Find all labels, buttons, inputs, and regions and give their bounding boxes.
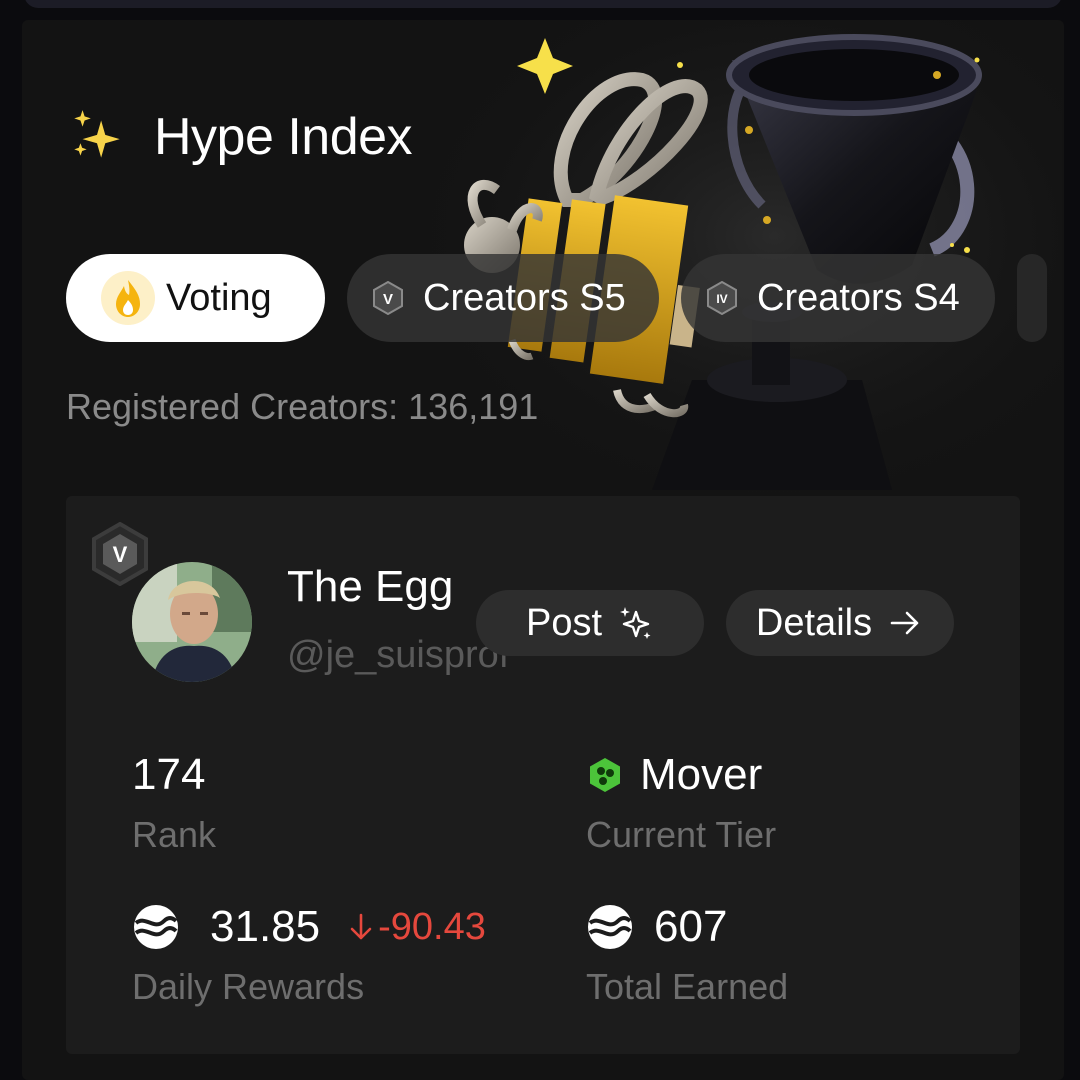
- tier-iv-glyph: IV: [716, 292, 727, 306]
- details-button[interactable]: Details: [726, 590, 954, 656]
- rank-value: 174: [132, 750, 206, 799]
- creator-card: V The Egg @je_suisprof Post Details 174 …: [66, 496, 1020, 1054]
- flame-icon: [101, 271, 155, 325]
- daily-rewards-delta: -90.43: [348, 906, 486, 949]
- post-button-label: Post: [525, 601, 603, 644]
- tab-voting[interactable]: Voting: [66, 254, 325, 342]
- sparkles-icon: [74, 110, 120, 158]
- tier-name: Mover: [640, 750, 763, 799]
- page-title: Hype Index: [154, 108, 413, 166]
- total-earned-label: Total Earned: [586, 966, 789, 1007]
- total-earned: 607: [586, 902, 727, 952]
- tier-v-glyph: V: [383, 291, 393, 308]
- registered-creators-count: 136,191: [408, 386, 539, 427]
- tier-iv-badge-icon: IV: [707, 281, 737, 315]
- creator-name: The Egg: [287, 562, 454, 611]
- top-strip: [24, 0, 1062, 8]
- tab-creators-s4[interactable]: IV Creators S4: [681, 254, 995, 342]
- current-tier: Mover: [586, 750, 762, 800]
- tab-creators-s5[interactable]: V Creators S5: [347, 254, 659, 342]
- tab-more-overflow[interactable]: [1017, 254, 1047, 342]
- hype-index-panel: Hype Index Voting V Creators S5 IV Creat…: [22, 20, 1064, 1080]
- tier-v-badge-icon: V: [373, 281, 403, 315]
- total-earned-value: 607: [654, 902, 728, 951]
- daily-rewards: 31.85 -90.43: [132, 902, 486, 952]
- creator-handle: @je_suisprof: [287, 634, 510, 676]
- daily-rewards-label: Daily Rewards: [132, 966, 365, 1007]
- current-tier-label: Current Tier: [586, 814, 777, 855]
- tab-voting-label: Voting: [166, 276, 272, 319]
- registered-creators: Registered Creators: 136,191: [66, 386, 538, 428]
- avatar[interactable]: [132, 562, 252, 682]
- card-tier-glyph: V: [113, 542, 128, 567]
- sui-coin-icon: [134, 905, 178, 949]
- details-button-label: Details: [755, 601, 873, 644]
- title-row: Hype Index: [66, 106, 413, 168]
- arrow-down-icon: [350, 913, 372, 940]
- post-button[interactable]: Post: [476, 590, 704, 656]
- registered-creators-label: Registered Creators:: [66, 386, 399, 427]
- avatar-image: [132, 562, 252, 682]
- daily-rewards-delta-value: -90.43: [378, 905, 486, 948]
- tier-v-badge-icon: V: [92, 522, 148, 586]
- tier-mover-icon: [590, 758, 620, 792]
- arrow-right-icon: [890, 611, 919, 635]
- tab-creators-s5-label: Creators S5: [423, 276, 626, 319]
- tab-creators-s4-label: Creators S4: [757, 276, 960, 319]
- sui-coin-icon: [588, 905, 632, 949]
- daily-rewards-value: 31.85: [210, 902, 321, 951]
- sparkles-icon: [620, 607, 651, 639]
- rank-label: Rank: [132, 814, 217, 855]
